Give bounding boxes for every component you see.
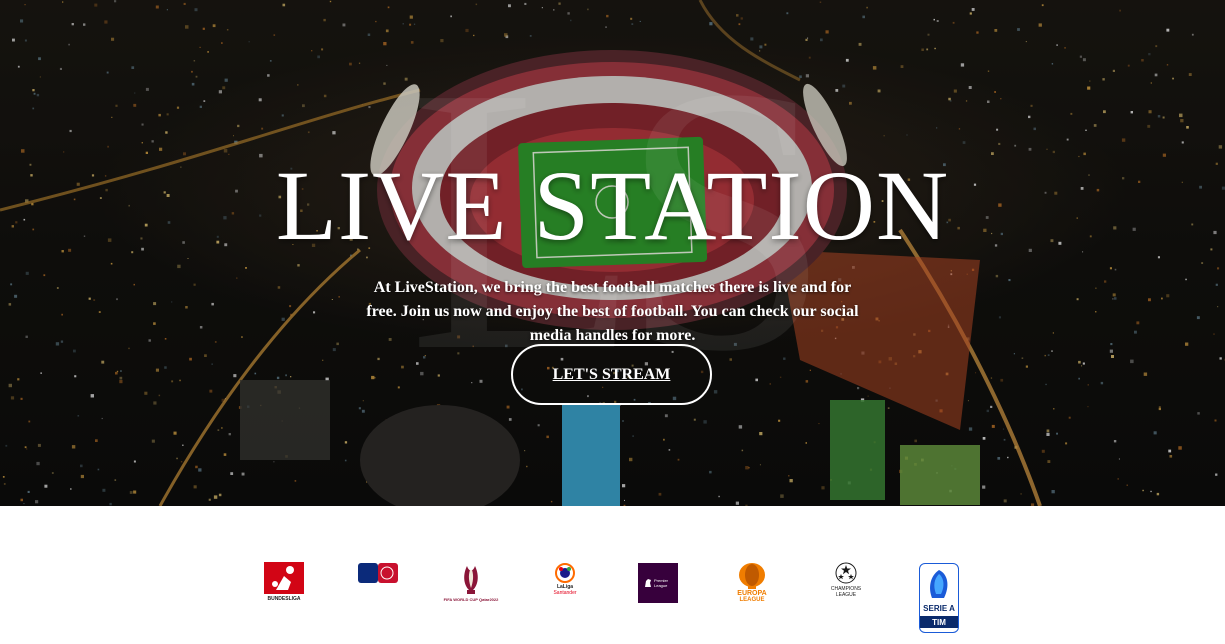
bundesliga-caption: BUNDESLIGA — [267, 596, 301, 602]
laliga-sponsor-caption: Santander — [553, 590, 577, 596]
world-cup-trophy-icon — [464, 566, 478, 594]
europa-caption: EUROPA — [737, 590, 767, 597]
page-title: LIVE STATION — [275, 150, 950, 261]
fa-cup-icon — [358, 563, 398, 583]
bundesliga-logo[interactable]: BUNDESLIGA — [263, 562, 305, 602]
lets-stream-button[interactable]: LET'S STREAM — [511, 344, 712, 405]
hero-description: At LiveStation, we bring the best footba… — [366, 279, 859, 344]
fa-cup-logo[interactable] — [358, 563, 398, 583]
premier-league-badge: Premier League — [638, 563, 678, 603]
laliga-icon — [555, 563, 575, 583]
serie-a-badge: SERIE A TIM — [919, 563, 959, 633]
champions-league-logo[interactable]: CHAMPIONS LEAGUE — [824, 562, 868, 598]
lion-icon — [645, 579, 651, 587]
europa-league-trophy-icon — [739, 563, 765, 589]
league-logos-strip: BUNDESLIGA FIFA WORLD CUP Qatar2022 LaLi… — [0, 506, 1225, 644]
bundesliga-icon — [264, 562, 304, 594]
premier-league-caption: Premier League — [654, 578, 669, 588]
laliga-logo[interactable]: LaLiga Santander — [543, 563, 587, 596]
champions-caption-2: LEAGUE — [835, 592, 857, 598]
tim-sponsor-bar: TIM — [920, 616, 958, 628]
serie-a-caption: SERIE A — [923, 604, 955, 613]
hero-section: LS LIVE STATION At LiveStation, we bring… — [0, 0, 1225, 506]
europa-caption-2: LEAGUE — [739, 597, 765, 603]
europa-league-logo[interactable]: EUROPA LEAGUE — [731, 562, 773, 604]
serie-a-ball-icon — [930, 570, 948, 598]
premier-league-logo[interactable]: Premier League — [638, 563, 678, 603]
fifa-world-cup-logo[interactable]: FIFA WORLD CUP Qatar2022 — [444, 564, 498, 602]
serie-a-sponsor-caption: TIM — [932, 617, 946, 627]
serie-a-logo[interactable]: SERIE A TIM — [919, 563, 959, 633]
fifa-caption: FIFA WORLD CUP Qatar2022 — [443, 597, 499, 602]
starball-icon — [835, 562, 857, 584]
